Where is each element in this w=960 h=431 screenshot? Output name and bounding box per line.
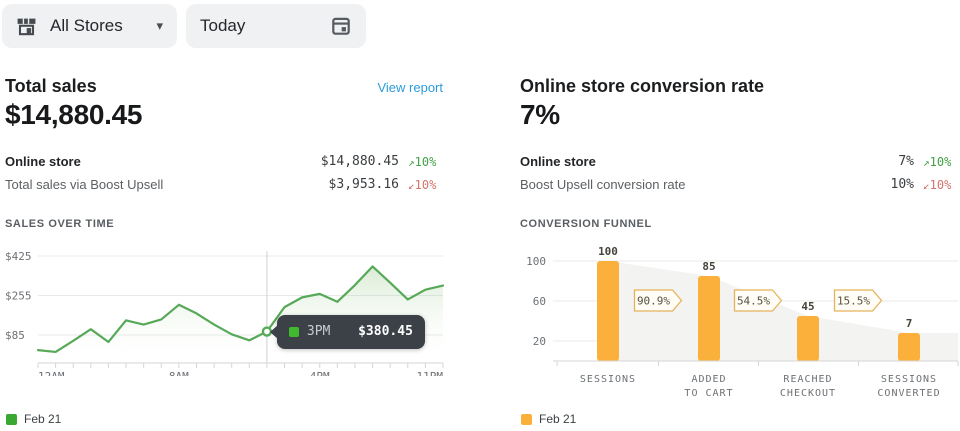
svg-text:$425: $425	[5, 250, 32, 263]
svg-text:TO CART: TO CART	[684, 388, 733, 399]
delta-badge: ↙10%	[914, 178, 960, 192]
trend-arrow-icon: ↙	[408, 179, 415, 192]
svg-text:$85: $85	[5, 329, 25, 342]
legend-swatch	[521, 414, 532, 425]
svg-text:85: 85	[702, 260, 715, 273]
metric-row-boost-upsell: Total sales via Boost Upsell $3,953.16 ↙…	[5, 173, 445, 196]
svg-text:100: 100	[598, 246, 618, 258]
svg-text:$255: $255	[5, 290, 32, 303]
trend-arrow-icon: ↗	[923, 156, 930, 169]
svg-text:7: 7	[906, 317, 913, 330]
conversion-breakdown: Online store 7% ↗10% Boost Upsell conver…	[520, 150, 960, 196]
calendar-icon	[330, 15, 352, 37]
total-sales-header: Total sales View report	[5, 76, 443, 97]
delta-badge: ↗10%	[914, 155, 960, 169]
funnel-legend: Feb 21	[521, 412, 576, 426]
svg-text:45: 45	[801, 300, 814, 313]
conversion-title: Online store conversion rate	[520, 76, 764, 97]
total-sales-value: $14,880.45	[5, 99, 142, 131]
svg-text:8AM: 8AM	[169, 370, 189, 376]
total-sales-breakdown: Online store $14,880.45 ↗10% Total sales…	[5, 150, 445, 196]
chart-tooltip: 3PM $380.45	[277, 315, 425, 349]
svg-text:CHECKOUT: CHECKOUT	[780, 388, 836, 399]
sales-over-time-title: SALES OVER TIME	[5, 218, 114, 230]
svg-text:REACHED: REACHED	[783, 374, 832, 385]
conversion-funnel-chart[interactable]: 100 60 20 90.9% 54.5% 15.5% 100 85 45 7 SESSIONS AD…	[520, 246, 960, 404]
svg-text:12AM: 12AM	[38, 370, 65, 376]
chevron-down-icon: ▾	[156, 18, 163, 34]
svg-text:20: 20	[533, 335, 546, 348]
sales-legend: Feb 21	[6, 412, 61, 426]
metric-row-online-store: Online store $14,880.45 ↗10%	[5, 150, 445, 173]
conversion-funnel-title: CONVERSION FUNNEL	[520, 218, 652, 230]
tooltip-value: $380.45	[358, 324, 413, 339]
svg-text:4PM: 4PM	[310, 370, 330, 376]
svg-text:100: 100	[526, 255, 546, 268]
conversion-rate-card: Online store conversion rate 7% Online s…	[520, 70, 960, 431]
svg-text:SESSIONS: SESSIONS	[580, 374, 636, 385]
view-report-link[interactable]: View report	[377, 80, 443, 95]
svg-text:11PM: 11PM	[417, 370, 444, 376]
date-selector-label: Today	[200, 16, 245, 36]
storefront-icon	[16, 16, 37, 37]
delta-badge: ↗10%	[399, 155, 445, 169]
conversion-header: Online store conversion rate	[520, 76, 958, 97]
svg-text:90.9%: 90.9%	[637, 295, 670, 308]
legend-swatch	[6, 414, 17, 425]
delta-badge: ↙10%	[399, 178, 445, 192]
conversion-rate-value: 7%	[520, 99, 560, 131]
total-sales-title: Total sales	[5, 76, 97, 97]
svg-text:60: 60	[533, 295, 546, 308]
sales-over-time-chart[interactable]: $425 $255 $85 12AM 8AM 4PM 11PM 3PM $380.45	[5, 248, 445, 376]
tooltip-time-label: 3PM	[307, 324, 330, 339]
svg-text:ADDED: ADDED	[691, 374, 726, 385]
store-selector-label: All Stores	[50, 16, 123, 36]
svg-text:SESSIONS: SESSIONS	[881, 374, 937, 385]
svg-text:15.5%: 15.5%	[837, 295, 870, 308]
tooltip-series-swatch	[289, 327, 299, 337]
svg-text:54.5%: 54.5%	[737, 295, 770, 308]
svg-text:CONVERTED: CONVERTED	[877, 388, 940, 399]
trend-arrow-icon: ↗	[408, 156, 415, 169]
store-selector-button[interactable]: All Stores ▾	[2, 4, 177, 48]
date-selector-button[interactable]: Today	[186, 4, 366, 48]
trend-arrow-icon: ↙	[923, 179, 930, 192]
metric-row-online-store-rate: Online store 7% ↗10%	[520, 150, 960, 173]
total-sales-card: Total sales View report $14,880.45 Onlin…	[5, 70, 445, 431]
metric-row-boost-upsell-rate: Boost Upsell conversion rate 10% ↙10%	[520, 173, 960, 196]
